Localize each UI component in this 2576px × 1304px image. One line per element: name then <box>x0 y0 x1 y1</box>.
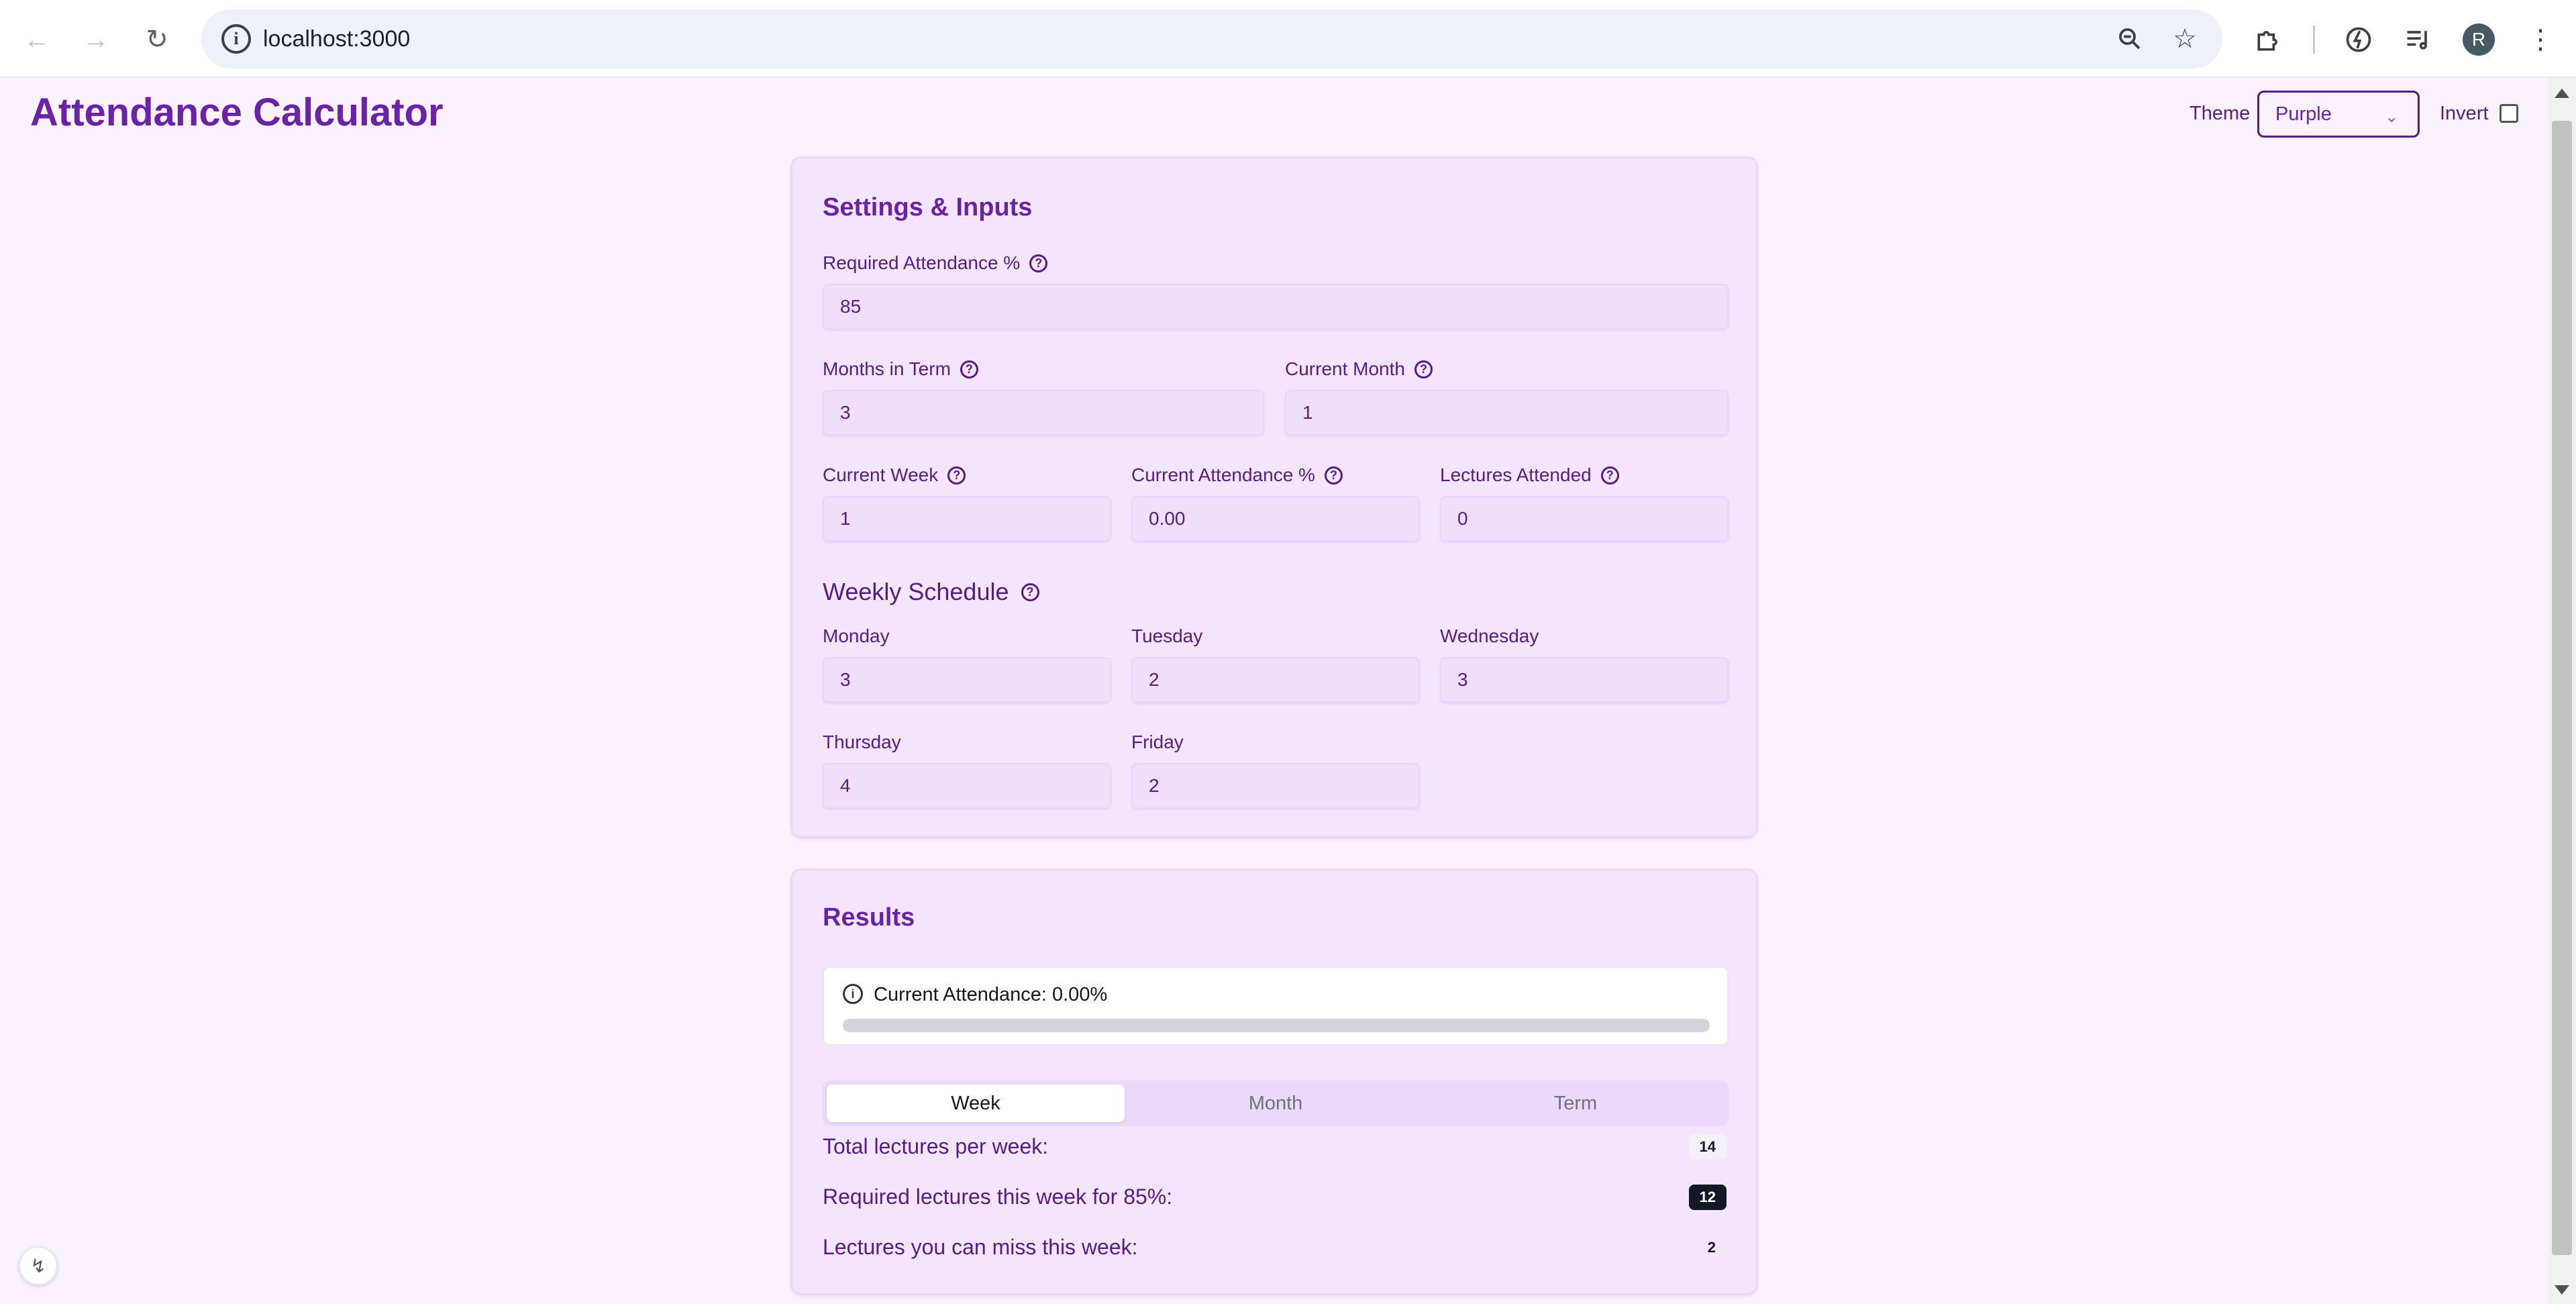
lightning-icon[interactable]: ↯ <box>19 1246 58 1285</box>
more-menu-icon[interactable]: ⋮ <box>2520 19 2561 60</box>
help-icon[interactable]: ? <box>947 466 966 485</box>
can-miss-label: Lectures you can miss this week: <box>823 1235 1138 1259</box>
help-icon[interactable]: ? <box>1600 466 1619 485</box>
url-text[interactable]: localhost:3000 <box>263 24 410 54</box>
monday-label: Monday <box>823 625 890 646</box>
thursday-label: Thursday <box>823 732 901 752</box>
current-week-input[interactable]: 1 <box>823 496 1111 542</box>
help-icon[interactable]: ? <box>1029 254 1048 272</box>
profile-avatar[interactable]: R <box>2463 23 2495 56</box>
invert-label: Invert <box>2440 103 2489 124</box>
help-icon[interactable]: ? <box>1414 360 1433 379</box>
theme-label: Theme <box>2189 103 2251 124</box>
months-in-term-label: Months in Term ? <box>823 358 978 380</box>
forward-arrow-icon[interactable]: → <box>75 19 117 60</box>
wednesday-label: Wednesday <box>1440 625 1539 646</box>
lectures-attended-label-text: Lectures Attended <box>1440 464 1592 485</box>
invert-checkbox[interactable] <box>2500 104 2518 123</box>
total-lectures-badge: 14 <box>1688 1134 1727 1160</box>
tuesday-label: Tuesday <box>1131 625 1203 646</box>
tab-month[interactable]: Month <box>1127 1085 1425 1122</box>
results-title: Results <box>823 903 915 932</box>
lectures-attended-label: Lectures Attended ? <box>1440 464 1619 486</box>
weekly-schedule-title: Weekly Schedule <box>823 578 1009 605</box>
months-in-term-input[interactable]: 3 <box>823 390 1264 436</box>
current-month-label-text: Current Month <box>1285 358 1405 379</box>
tab-term[interactable]: Term <box>1427 1085 1724 1122</box>
browser-toolbar: ← → ↻ i localhost:3000 ☆ R ⋮ <box>0 0 2576 78</box>
performance-icon[interactable] <box>2338 19 2379 60</box>
weekly-schedule-heading: Weekly Schedule ? <box>823 578 1039 606</box>
required-attendance-label-text: Required Attendance % <box>823 252 1021 273</box>
thursday-input[interactable]: 4 <box>823 763 1111 809</box>
page-scrollbar[interactable] <box>2548 78 2576 1304</box>
attendance-progress-bar <box>843 1019 1710 1032</box>
current-month-input[interactable]: 1 <box>1285 390 1729 436</box>
page-title: Attendance Calculator <box>30 91 444 134</box>
help-icon[interactable]: ? <box>1324 466 1343 485</box>
scroll-up-arrow-icon[interactable] <box>2555 89 2569 98</box>
lectures-attended-input[interactable]: 0 <box>1440 496 1729 542</box>
help-icon[interactable]: ? <box>960 360 978 379</box>
site-info-icon[interactable]: i <box>221 24 251 54</box>
settings-title: Settings & Inputs <box>823 193 1033 221</box>
address-bar[interactable]: i localhost:3000 ☆ <box>201 9 2222 68</box>
current-week-label: Current Week ? <box>823 464 966 486</box>
zoom-icon[interactable] <box>2112 21 2147 56</box>
settings-card: Settings & Inputs Required Attendance % … <box>790 156 1758 838</box>
current-month-label: Current Month ? <box>1285 358 1433 380</box>
period-tabs: Week Month Term <box>823 1081 1729 1126</box>
current-attendance-label: Current Attendance % ? <box>1131 464 1343 486</box>
monday-input[interactable]: 3 <box>823 657 1111 703</box>
current-attendance-input[interactable]: 0.00 <box>1131 496 1420 542</box>
required-lectures-label: Required lectures this week for 85%: <box>823 1185 1173 1209</box>
current-attendance-alert: i Current Attendance: 0.00% <box>823 966 1729 1046</box>
total-lectures-label: Total lectures per week: <box>823 1134 1049 1158</box>
help-icon[interactable]: ? <box>1021 583 1039 601</box>
tab-week[interactable]: Week <box>827 1085 1125 1122</box>
friday-input[interactable]: 2 <box>1131 763 1420 809</box>
required-attendance-input[interactable]: 85 <box>823 284 1729 330</box>
results-card: Results i Current Attendance: 0.00% Week… <box>790 868 1758 1295</box>
months-in-term-label-text: Months in Term <box>823 358 951 379</box>
reload-icon[interactable]: ↻ <box>136 19 178 60</box>
current-attendance-text: Current Attendance: 0.00% <box>874 984 1108 1005</box>
required-attendance-label: Required Attendance % ? <box>823 252 1048 274</box>
back-arrow-icon[interactable]: ← <box>16 19 58 60</box>
info-icon: i <box>843 984 863 1004</box>
scroll-down-arrow-icon[interactable] <box>2555 1285 2569 1295</box>
current-attendance-label-text: Current Attendance % <box>1131 464 1315 485</box>
scrollbar-thumb[interactable] <box>2552 121 2572 1255</box>
chevron-down-icon: ⌄ <box>2384 106 2399 126</box>
extensions-icon[interactable] <box>2248 19 2289 60</box>
toolbar-divider <box>2313 26 2315 54</box>
wednesday-input[interactable]: 3 <box>1440 657 1729 703</box>
current-week-label-text: Current Week <box>823 464 939 485</box>
theme-select[interactable]: Purple ⌄ <box>2257 91 2420 138</box>
required-lectures-badge: 12 <box>1688 1185 1727 1210</box>
media-controls-icon[interactable] <box>2398 19 2439 60</box>
can-miss-badge: 2 <box>1707 1239 1716 1256</box>
bookmark-star-icon[interactable]: ☆ <box>2167 21 2202 56</box>
friday-label: Friday <box>1131 732 1184 752</box>
tuesday-input[interactable]: 2 <box>1131 657 1420 703</box>
theme-select-value: Purple <box>2275 103 2332 125</box>
